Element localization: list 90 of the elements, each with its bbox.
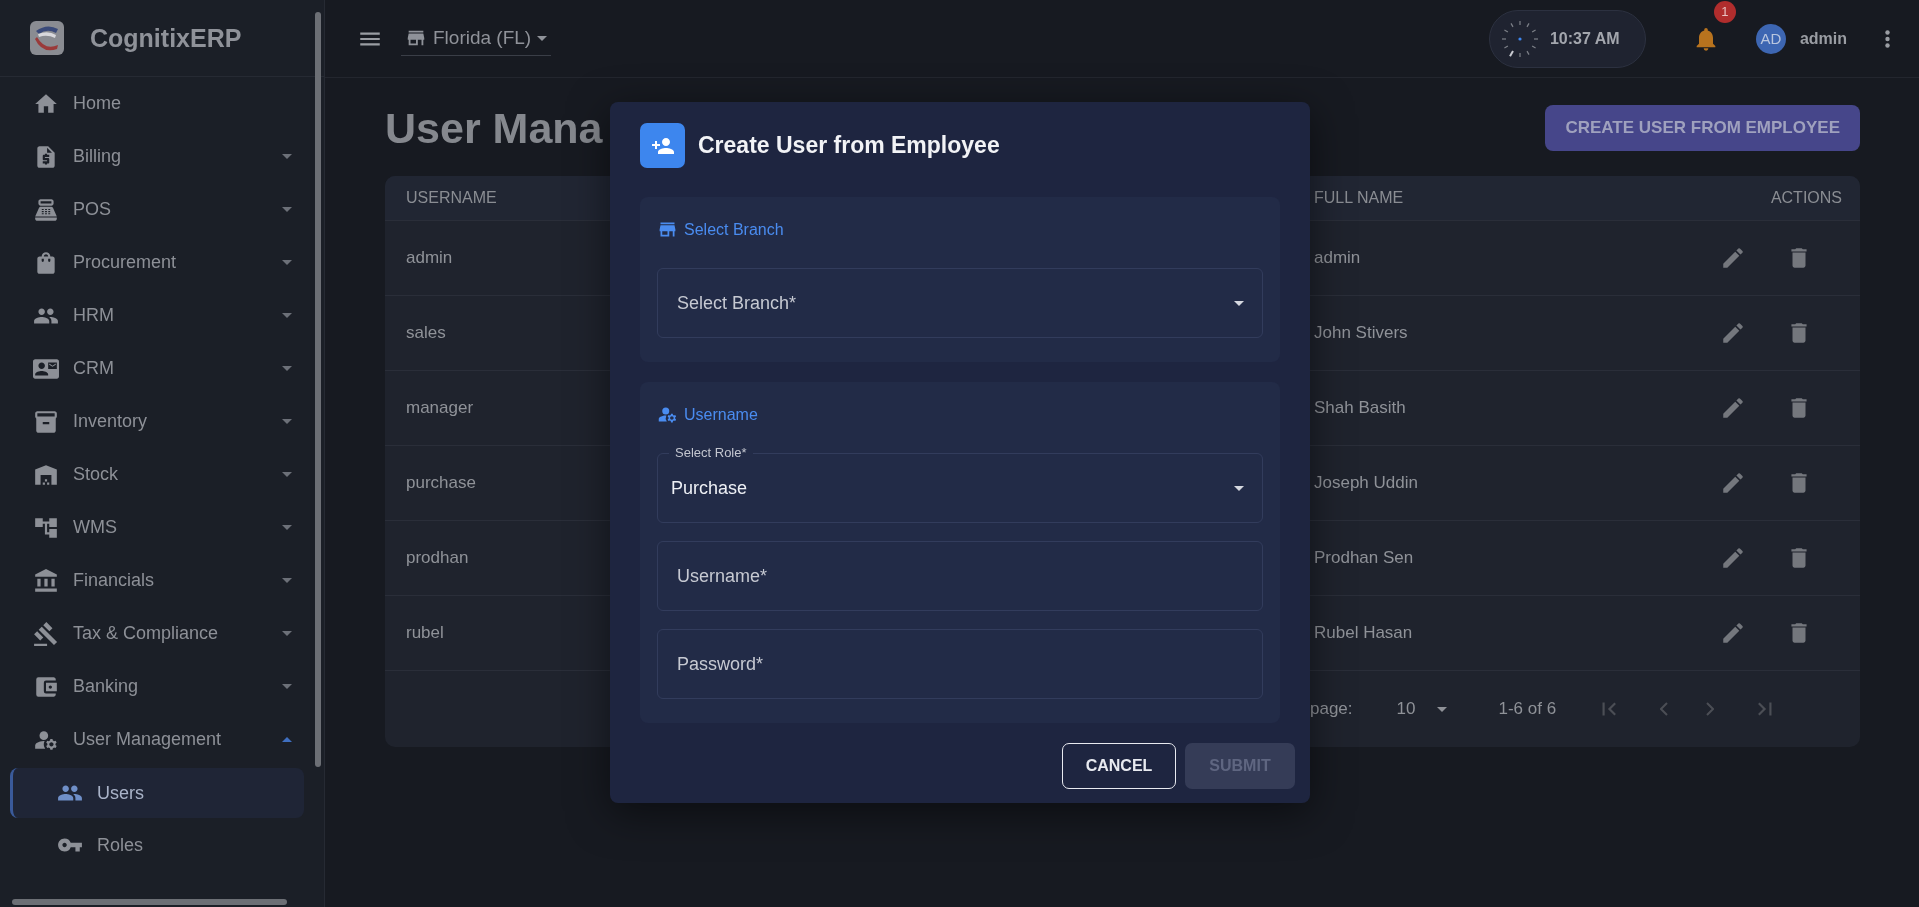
caret-down-icon: [282, 154, 292, 159]
caret-down-icon: [282, 313, 292, 318]
column-header: ACTIONS: [1769, 189, 1843, 207]
clock-dial-icon: [1499, 18, 1540, 59]
clock-time: 10:37 AM: [1549, 29, 1620, 48]
nav-item[interactable]: WMS: [0, 501, 304, 554]
create-user-button[interactable]: CREATE USER FROM EMPLOYEE: [1545, 105, 1860, 151]
logo-icon: [30, 21, 64, 55]
edit-button[interactable]: [1720, 545, 1746, 571]
section-heading: Select Branch: [684, 220, 784, 239]
chevron-left-icon: [1660, 702, 1669, 716]
nav-item[interactable]: Banking: [0, 660, 304, 713]
caret-down-icon: [282, 525, 292, 530]
pencil-icon: [1720, 545, 1746, 571]
caret-down-icon: [537, 35, 548, 41]
column-header: USERNAME: [405, 189, 498, 207]
branch-select[interactable]: Florida (FL): [401, 21, 552, 56]
cancel-button[interactable]: CANCEL: [1062, 743, 1176, 789]
edit-button[interactable]: [1720, 395, 1746, 421]
nav-item[interactable]: Inventory: [0, 395, 304, 448]
caret-down-icon: [282, 207, 292, 212]
more-icon: [1885, 29, 1890, 48]
user-name: admin: [1799, 29, 1847, 48]
pencil-icon: [1720, 245, 1746, 271]
dialog-title: Create User from Employee: [698, 132, 1000, 159]
page-title: User Mana: [385, 103, 603, 153]
caret-down-icon: [1234, 485, 1244, 491]
nav-subitem[interactable]: Roles: [10, 820, 304, 870]
table-cell: Shah Basith: [1314, 398, 1406, 418]
table-cell: purchase: [406, 473, 476, 493]
caret-down-icon: [282, 419, 292, 424]
pencil-icon: [1720, 470, 1746, 496]
table-cell: John Stivers: [1314, 323, 1408, 343]
nav-item[interactable]: Procurement: [0, 236, 304, 289]
brand-name: CognitixERP: [90, 23, 242, 53]
edit-button[interactable]: [1720, 320, 1746, 346]
caret-down-icon: [282, 366, 292, 371]
table-cell: sales: [406, 323, 446, 343]
edit-button[interactable]: [1720, 245, 1746, 271]
notification-badge: 1: [1713, 0, 1736, 23]
pencil-icon: [1720, 620, 1746, 646]
nav-item[interactable]: Stock: [0, 448, 304, 501]
user-avatar[interactable]: AD: [1755, 23, 1786, 54]
table-cell: prodhan: [406, 548, 469, 568]
input-field[interactable]: Username*: [657, 541, 1263, 611]
pagination-range: 1-6 of 6: [1498, 699, 1557, 719]
next-page-button[interactable]: [1706, 702, 1715, 716]
section-heading: Username: [684, 405, 758, 424]
nav-subitem[interactable]: Users: [10, 768, 304, 818]
nav-item[interactable]: HRM: [0, 289, 304, 342]
caret-down-icon: [282, 631, 292, 636]
pencil-icon: [1720, 320, 1746, 346]
nav-item[interactable]: Tax & Compliance: [0, 607, 304, 660]
caret-down-icon: [282, 684, 292, 689]
caret-down-icon: [282, 578, 292, 583]
pencil-icon: [1720, 395, 1746, 421]
edit-button[interactable]: [1720, 470, 1746, 496]
table-cell: admin: [1314, 248, 1361, 268]
table-cell: Prodhan Sen: [1314, 548, 1414, 568]
gavel-icon: [33, 620, 59, 647]
table-cell: manager: [406, 398, 474, 418]
caret-up-icon: [282, 737, 292, 742]
scrollbar-thumb[interactable]: [315, 12, 321, 767]
previous-page-button[interactable]: [1660, 702, 1669, 716]
table-cell: Rubel Hasan: [1314, 623, 1413, 643]
rows-per-page-label: page:: [1310, 699, 1353, 719]
select-field[interactable]: Select Branch*: [657, 268, 1263, 338]
chevron-right-icon: [1706, 702, 1715, 716]
rows-per-page-select[interactable]: 10: [1390, 698, 1454, 720]
field-label: Select Role*: [669, 445, 753, 460]
caret-down-icon: [282, 472, 292, 477]
nav-item[interactable]: CRM: [0, 342, 304, 395]
bank-icon: [33, 567, 59, 594]
table-cell: rubel: [406, 623, 444, 643]
table-cell: Joseph Uddin: [1314, 473, 1418, 493]
nav-item[interactable]: User Management: [0, 713, 304, 766]
column-header: FULL NAME: [1313, 189, 1405, 207]
cash-register-icon: [33, 196, 59, 223]
caret-down-icon: [1234, 300, 1244, 306]
table-cell: admin: [406, 248, 453, 268]
scrollbar-thumb[interactable]: [12, 899, 287, 905]
nav-item[interactable]: Financials: [0, 554, 304, 607]
input-field[interactable]: Password*: [657, 629, 1263, 699]
caret-down-icon: [282, 260, 292, 265]
archive-box-icon: [33, 408, 59, 435]
caret-down-icon: [1437, 706, 1448, 712]
nav-item[interactable]: Home: [0, 77, 304, 130]
edit-button[interactable]: [1720, 620, 1746, 646]
nav-item[interactable]: POS: [0, 183, 304, 236]
nav-item[interactable]: Billing: [0, 130, 304, 183]
